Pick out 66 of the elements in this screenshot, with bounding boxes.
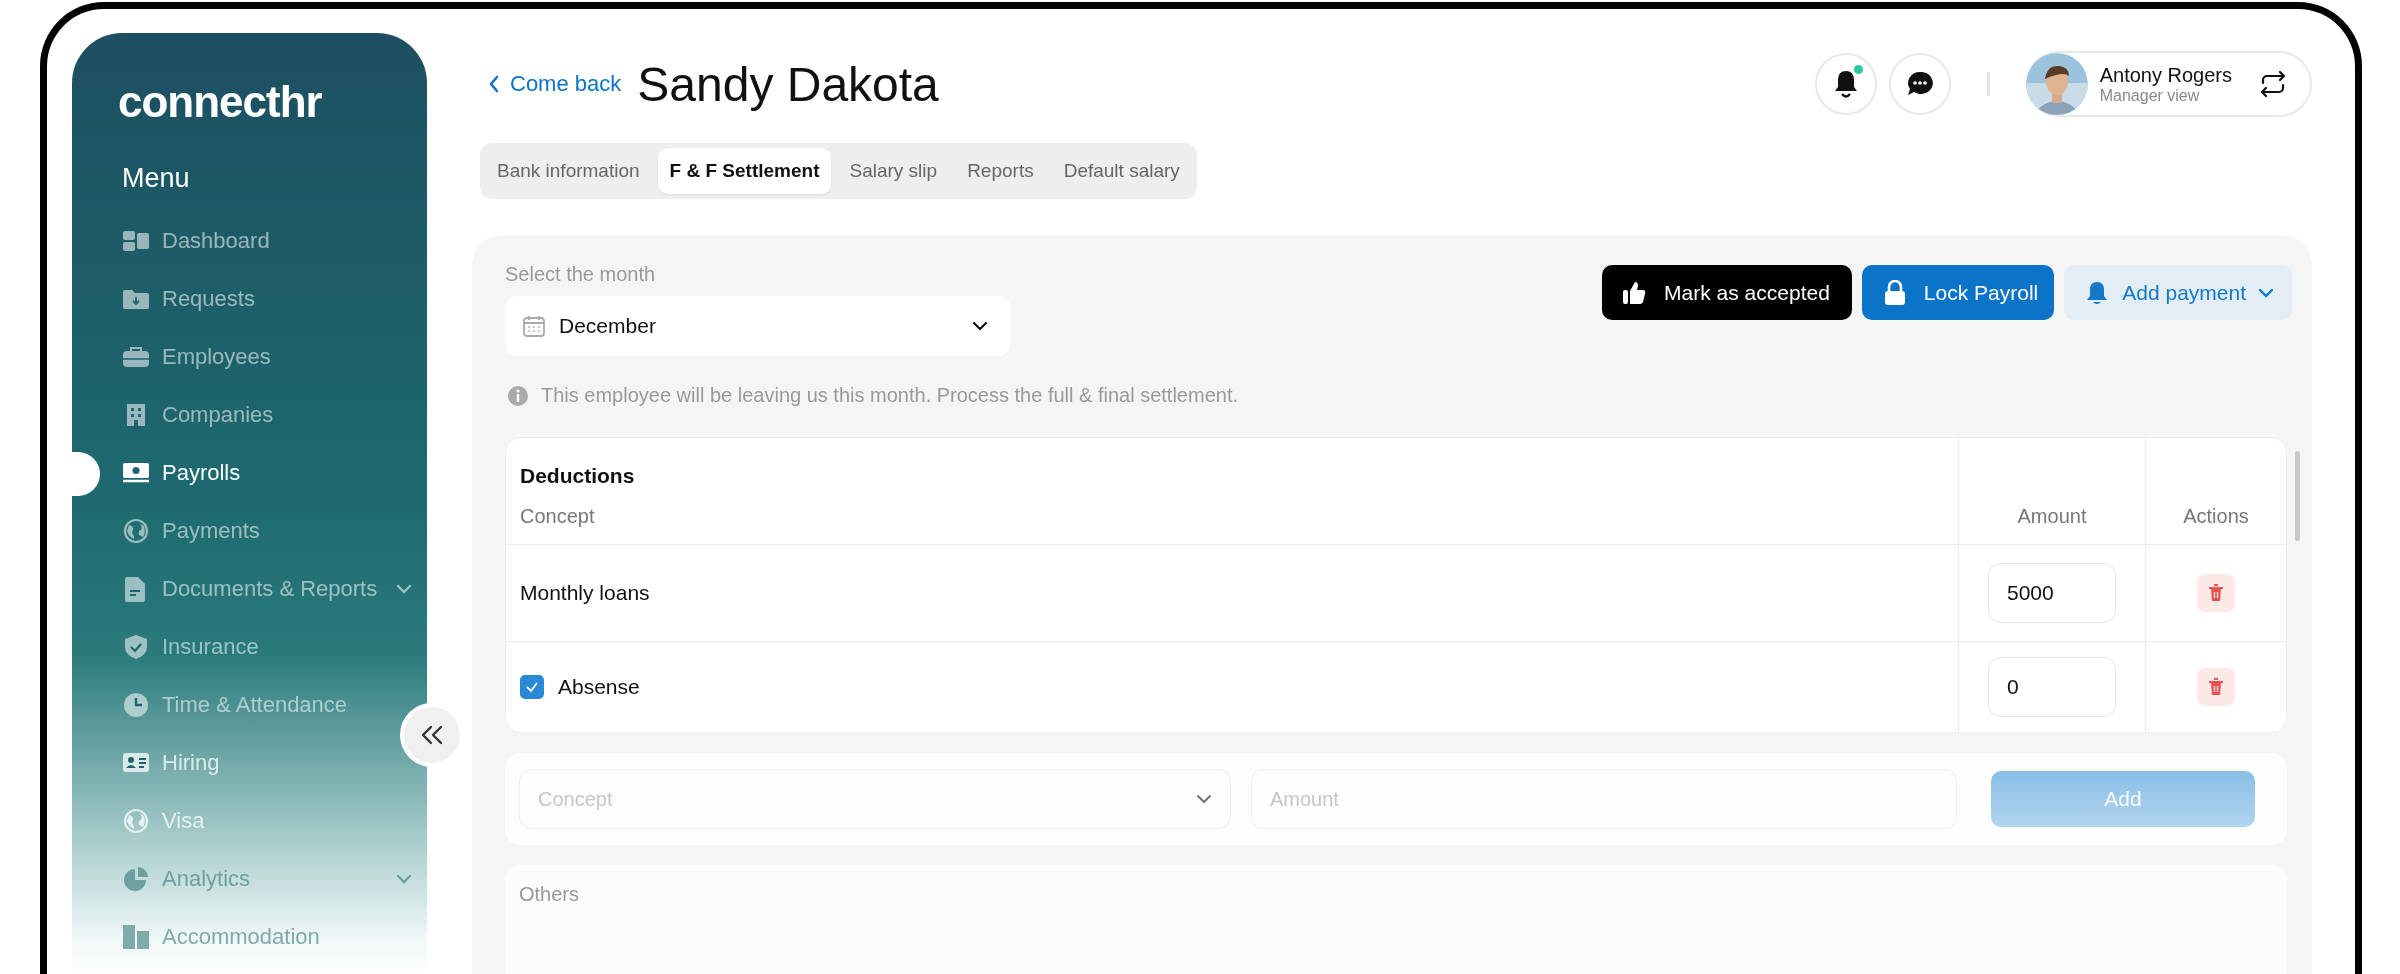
action-button[interactable]: Mark as accepted bbox=[1602, 265, 1852, 320]
dashboard-icon bbox=[122, 228, 150, 254]
sidebar-item[interactable]: Employees bbox=[122, 328, 271, 386]
chevron-down-icon bbox=[2258, 287, 2274, 298]
action-button[interactable]: Add payment bbox=[2064, 265, 2292, 320]
sidebar-item[interactable]: Companies bbox=[122, 386, 274, 444]
user-name: Antony Rogers bbox=[2099, 63, 2232, 87]
chevron-down-icon bbox=[396, 874, 412, 884]
sidebar-item[interactable]: Dashboard bbox=[122, 212, 270, 270]
buildings-icon bbox=[122, 924, 150, 950]
active-indicator bbox=[72, 452, 100, 496]
scrollbar[interactable] bbox=[2295, 451, 2300, 541]
notice-text: This employee will be leaving us this month. Process the full & final settlement. bbox=[541, 384, 1238, 407]
page-title: Sandy Dakota bbox=[637, 56, 939, 112]
concept-label: Absense bbox=[558, 675, 640, 699]
globe-icon bbox=[122, 808, 150, 834]
amount-field[interactable]: 5000 bbox=[1988, 563, 2116, 623]
profile-card[interactable]: Antony Rogers Manager view bbox=[2025, 51, 2312, 117]
logo: connecthr bbox=[118, 77, 322, 127]
concept-label: Monthly loans bbox=[520, 581, 650, 605]
chevron-down-icon bbox=[396, 584, 412, 594]
field-label: Select the month bbox=[505, 263, 657, 286]
sidebar-item[interactable]: Time & Attendance bbox=[122, 676, 348, 734]
swap-icon bbox=[2258, 71, 2288, 97]
globe-icon bbox=[122, 518, 150, 544]
delete-button[interactable] bbox=[2197, 574, 2235, 612]
column-header: Concept bbox=[520, 504, 595, 527]
sidebar-item[interactable]: Accommodation bbox=[122, 908, 320, 966]
tab[interactable]: F & F Settlement bbox=[657, 148, 832, 194]
chevron-left-icon bbox=[488, 75, 500, 93]
chevron-down-icon bbox=[972, 321, 988, 331]
pie-chart-icon bbox=[122, 866, 150, 892]
tab[interactable]: Bank information bbox=[485, 148, 652, 194]
sidebar-item[interactable]: Payments bbox=[122, 502, 260, 560]
tab[interactable]: Reports bbox=[955, 148, 1046, 194]
sidebar-item[interactable]: Hiring bbox=[122, 734, 220, 792]
shield-check-icon bbox=[122, 634, 150, 660]
menu-heading: Menu bbox=[122, 163, 190, 194]
clock-icon bbox=[122, 692, 150, 718]
trash-icon bbox=[2208, 584, 2224, 602]
check-icon bbox=[525, 681, 539, 693]
info-icon bbox=[507, 384, 529, 407]
amount-field[interactable]: 0 bbox=[1988, 657, 2116, 717]
calendar-icon bbox=[523, 315, 545, 337]
double-chevron-left-icon bbox=[419, 724, 445, 746]
action-button[interactable]: Lock Payroll bbox=[1861, 265, 2055, 320]
column-header: Actions bbox=[2183, 504, 2249, 527]
month-dropdown[interactable]: December bbox=[505, 296, 1010, 356]
briefcase-icon bbox=[122, 344, 150, 370]
sidebar-item[interactable]: Payrolls bbox=[122, 444, 241, 502]
chat-bubble-icon bbox=[1905, 70, 1934, 98]
delete-button[interactable] bbox=[2197, 668, 2235, 706]
tab[interactable]: Salary slip bbox=[837, 148, 950, 194]
section-title: Others bbox=[519, 883, 580, 905]
table-title: Deductions bbox=[520, 464, 635, 487]
chevron-down-icon bbox=[1196, 794, 1212, 804]
sidebar-item[interactable]: Insurance bbox=[122, 618, 259, 676]
sidebar-item[interactable]: Requests bbox=[122, 270, 255, 328]
sidebar-item[interactable]: Analytics bbox=[122, 850, 412, 908]
checkbox[interactable] bbox=[520, 675, 544, 699]
sidebar-item[interactable]: Documents & Reports bbox=[122, 560, 412, 618]
trash-icon bbox=[2208, 678, 2224, 696]
back-link[interactable]: Come back bbox=[488, 71, 622, 97]
tab[interactable]: Default salary bbox=[1051, 148, 1192, 194]
user-role: Manager view bbox=[2099, 86, 2201, 105]
column-header: Amount bbox=[2017, 504, 2087, 527]
